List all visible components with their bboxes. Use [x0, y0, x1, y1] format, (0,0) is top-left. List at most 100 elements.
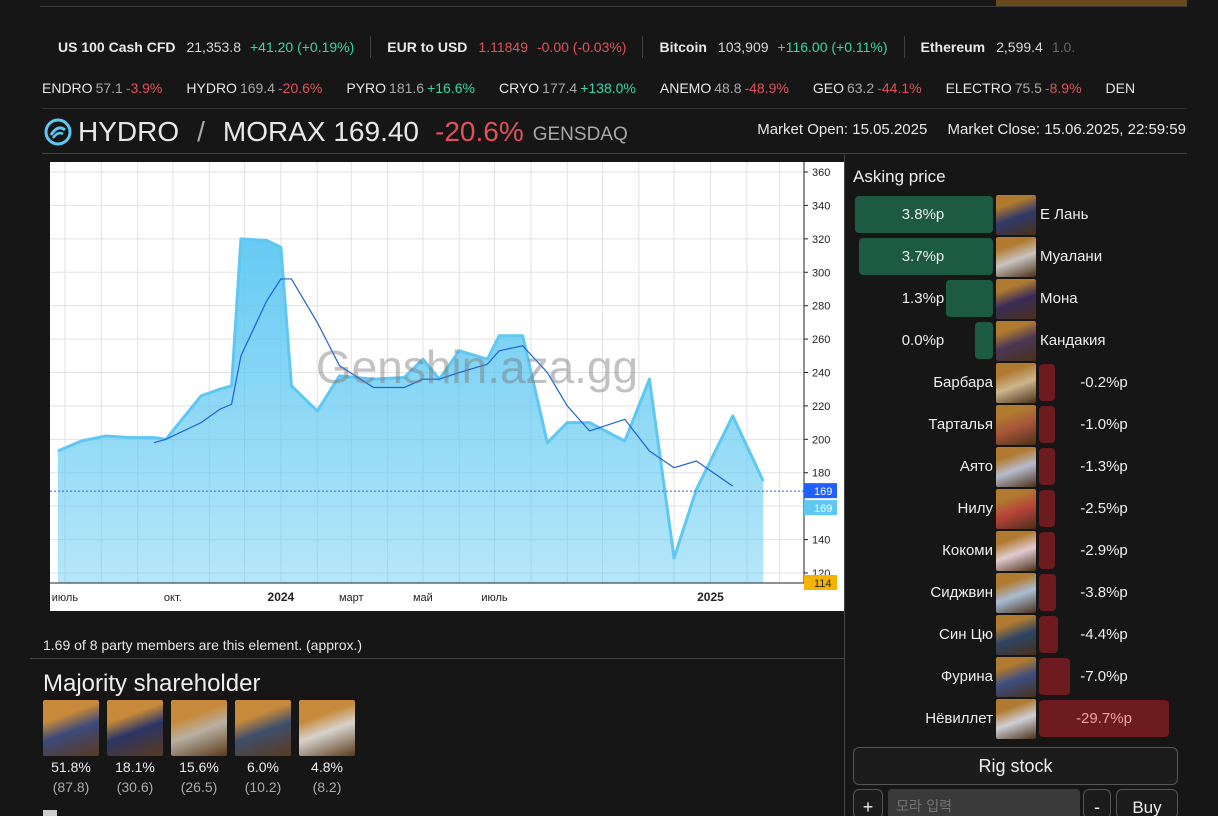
character-avatar[interactable]	[996, 573, 1036, 613]
shareholder-card[interactable]: 51.8% (87.8)	[43, 700, 99, 795]
asking-row[interactable]: 3.7%р Муалани	[853, 235, 1187, 277]
element-ticker-item[interactable]: DEN	[1106, 80, 1142, 96]
market-close: Market Close: 15.06.2025, 22:59:59	[947, 121, 1187, 138]
shareholder-avatar[interactable]	[107, 700, 163, 756]
shareholder-percent: 18.1%	[115, 759, 155, 775]
character-avatar[interactable]	[996, 321, 1036, 361]
market-ticker: US 100 Cash CFD 21,353.8 +41.20 (+0.19%) EU…	[42, 36, 1187, 58]
ticker-change: 1.0.	[1051, 39, 1076, 55]
shareholder-card[interactable]: 4.8% (8.2)	[299, 700, 355, 795]
shareholder-avatar[interactable]	[43, 700, 99, 756]
asking-percent: -7.0%р	[1080, 668, 1128, 685]
top-divider	[40, 6, 1187, 7]
ticker-item[interactable]: Bitcoin 103,909 +116.00 (+0.11%)	[643, 36, 905, 58]
character-avatar[interactable]	[996, 615, 1036, 655]
increase-button[interactable]: +	[853, 789, 883, 816]
character-avatar[interactable]	[996, 447, 1036, 487]
character-name: Мона	[1040, 290, 1078, 307]
ticker-item[interactable]: EUR to USD 1.11849 -0.00 (-0.03%)	[371, 36, 644, 58]
cut-off-text	[43, 810, 57, 816]
character-avatar[interactable]	[996, 237, 1036, 277]
shareholder-amount: (87.8)	[52, 779, 90, 795]
price-change: -20.6%	[435, 116, 524, 147]
shareholder-card[interactable]: 18.1% (30.6)	[107, 700, 163, 795]
rig-stock-button[interactable]: Rig stock	[853, 747, 1178, 785]
price-chart-svg[interactable]: Genshin.aza.gg 360 340 320 300 280 260 240 220 20…	[50, 162, 844, 611]
asking-row[interactable]: 0.0%р Кандакия	[853, 319, 1187, 361]
asking-row[interactable]: Фурина -7.0%р	[853, 655, 1187, 697]
character-avatar[interactable]	[996, 363, 1036, 403]
shareholder-avatar[interactable]	[235, 700, 291, 756]
element-name: ELECTRO	[945, 80, 1012, 96]
element-value: 57.1	[95, 80, 123, 96]
y-tick-label: 140	[812, 535, 830, 547]
asking-row[interactable]: Нёвиллет -29.7%р	[853, 697, 1187, 739]
element-ticker-item[interactable]: HYDRO 169.4 -20.6%	[186, 80, 322, 96]
asking-row[interactable]: Аято -1.3%р	[853, 445, 1187, 487]
character-avatar[interactable]	[996, 531, 1036, 571]
character-name: Кандакия	[1040, 332, 1106, 349]
price-pair: MORAX 169.40	[222, 116, 420, 147]
shareholder-amount: (8.2)	[312, 779, 342, 795]
character-avatar[interactable]	[996, 279, 1036, 319]
buy-button[interactable]: Buy	[1116, 789, 1178, 816]
y-tick-label: 220	[812, 401, 830, 413]
price-chart[interactable]: Genshin.aza.gg 360 340 320 300 280 260 240 220 20…	[50, 162, 844, 611]
asking-row[interactable]: Сиджвин -3.8%р	[853, 571, 1187, 613]
character-name: Тарталья	[928, 416, 993, 433]
y-tick-label: 180	[812, 468, 830, 480]
element-name: PYRO	[346, 80, 387, 96]
asking-percent: -1.3%р	[1080, 458, 1128, 475]
element-name: ANEMO	[659, 80, 712, 96]
x-tick-label: июль	[481, 592, 508, 604]
asking-row[interactable]: 3.8%р Е Лань	[853, 193, 1187, 235]
y-tick-label: 280	[812, 301, 830, 313]
character-avatar[interactable]	[996, 195, 1036, 235]
amount-input[interactable]	[888, 789, 1080, 816]
asking-list: 3.8%р Е Лань 3.7%р Муалани 1.3%р Мона 0.0%р Кан…	[853, 193, 1187, 739]
asking-row[interactable]: Кокоми -2.9%р	[853, 529, 1187, 571]
shareholder-card[interactable]: 6.0% (10.2)	[235, 700, 291, 795]
element-ticker-item[interactable]: PYRO 181.6 +16.6%	[346, 80, 475, 96]
asking-row[interactable]: Барбара -0.2%р	[853, 361, 1187, 403]
character-avatar[interactable]	[996, 405, 1036, 445]
x-tick-label: окт.	[164, 592, 182, 604]
character-avatar[interactable]	[996, 489, 1036, 529]
element-ticker-item[interactable]: ENDRO 57.1 -3.9%	[42, 80, 162, 96]
shareholder-card[interactable]: 15.6% (26.5)	[171, 700, 227, 795]
ticker-name: US 100 Cash CFD	[58, 39, 176, 55]
ticker-item[interactable]: US 100 Cash CFD 21,353.8 +41.20 (+0.19%)	[42, 36, 372, 58]
element-value: 48.8	[714, 80, 742, 96]
asking-row[interactable]: Тарталья -1.0%р	[853, 403, 1187, 445]
element-change: -44.1%	[877, 80, 922, 96]
asking-row[interactable]: 1.3%р Мона	[853, 277, 1187, 319]
chart-watermark: Genshin.aza.gg	[316, 341, 638, 393]
ticker-item[interactable]: Ethereum 2,599.4 1.0.	[905, 36, 1092, 58]
asking-row[interactable]: Син Цю -4.4%р	[853, 613, 1187, 655]
price-tag: 169	[814, 486, 832, 498]
buy-controls: + - Buy	[853, 789, 1178, 816]
character-avatar[interactable]	[996, 699, 1036, 739]
element-ticker-item[interactable]: ANEMO 48.8 -48.9%	[660, 80, 789, 96]
shareholder-avatar[interactable]	[171, 700, 227, 756]
series-area	[57, 238, 764, 583]
ticker-name: Ethereum	[920, 39, 986, 55]
element-value: 63.2	[846, 80, 875, 96]
element-change: +138.0%	[580, 80, 636, 96]
element-ticker-item[interactable]: CRYO 177.4 +138.0%	[499, 80, 636, 96]
asking-percent: 0.0%р	[901, 332, 945, 349]
character-name: Барбара	[933, 374, 993, 391]
character-avatar[interactable]	[996, 657, 1036, 697]
element-name: HYDRO	[186, 80, 237, 96]
asking-row[interactable]: Нилу -2.5%р	[853, 487, 1187, 529]
y-tick-label: 260	[812, 334, 830, 346]
shareholder-avatar[interactable]	[299, 700, 355, 756]
party-note: 1.69 of 8 party members are this element…	[43, 637, 363, 653]
element-ticker-item[interactable]: ELECTRO 75.5 -8.9%	[946, 80, 1082, 96]
shareholder-amount: (26.5)	[180, 779, 218, 795]
decrease-button[interactable]: -	[1083, 789, 1111, 816]
majority-list: 51.8% (87.8) 18.1% (30.6) 15.6% (26.5) 6.0% (10…	[43, 700, 363, 795]
majority-title: Majority shareholder	[43, 670, 261, 697]
element-ticker-item[interactable]: GEO 63.2 -44.1%	[813, 80, 922, 96]
pair-separator: /	[197, 116, 205, 147]
